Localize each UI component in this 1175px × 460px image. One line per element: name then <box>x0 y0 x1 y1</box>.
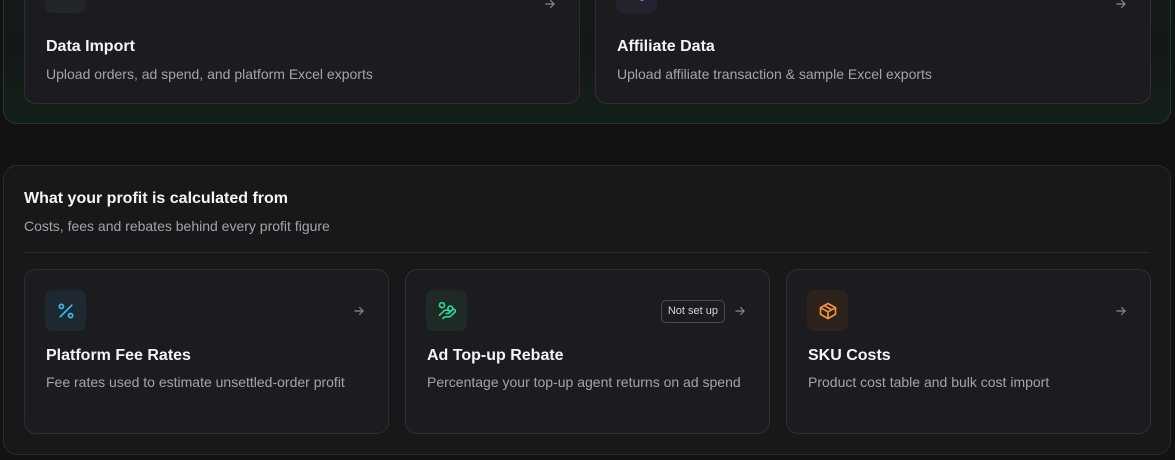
card-title: Data Import <box>46 38 135 55</box>
section-title: What your profit is calculated from <box>24 190 289 207</box>
card-title: Affiliate Data <box>617 38 715 55</box>
data-import-card[interactable]: Data Import Upload orders, ad spend, and… <box>24 0 580 104</box>
card-title: SKU Costs <box>808 347 891 364</box>
card-title: Ad Top-up Rebate <box>427 347 564 364</box>
affiliate-data-card[interactable]: Affiliate Data Upload affiliate transact… <box>595 0 1151 104</box>
ad-top-up-rebate-card[interactable]: Not set up Ad Top-up Rebate Percentage y… <box>405 269 770 434</box>
hand-coins-icon <box>426 290 467 331</box>
arrow-right-icon <box>735 306 745 316</box>
card-description: Fee rates used to estimate unsettled-ord… <box>46 374 345 390</box>
card-description: Upload orders, ad spend, and platform Ex… <box>46 66 373 82</box>
card-description: Percentage your top-up agent returns on … <box>427 374 741 390</box>
upload-icon <box>45 0 86 13</box>
section-subtitle: Costs, fees and rebates behind every pro… <box>24 218 330 234</box>
divider <box>24 252 1150 253</box>
sku-costs-card[interactable]: SKU Costs Product cost table and bulk co… <box>786 269 1151 434</box>
card-title: Platform Fee Rates <box>46 347 191 364</box>
arrow-right-icon <box>545 0 555 9</box>
status-badge: Not set up <box>660 300 725 323</box>
percent-icon <box>45 290 86 331</box>
arrow-right-icon <box>1116 0 1126 9</box>
package-icon <box>807 290 848 331</box>
arrow-right-icon <box>1116 306 1126 316</box>
arrow-right-icon <box>354 306 364 316</box>
card-description: Product cost table and bulk cost import <box>808 374 1050 390</box>
platform-fee-rates-card[interactable]: Platform Fee Rates Fee rates used to est… <box>24 269 389 434</box>
profit-inputs-section: What your profit is calculated from Cost… <box>3 165 1171 455</box>
data-sources-section: Data Import Upload orders, ad spend, and… <box>3 0 1171 124</box>
share-icon <box>616 0 657 13</box>
card-description: Upload affiliate transaction & sample Ex… <box>617 66 932 82</box>
